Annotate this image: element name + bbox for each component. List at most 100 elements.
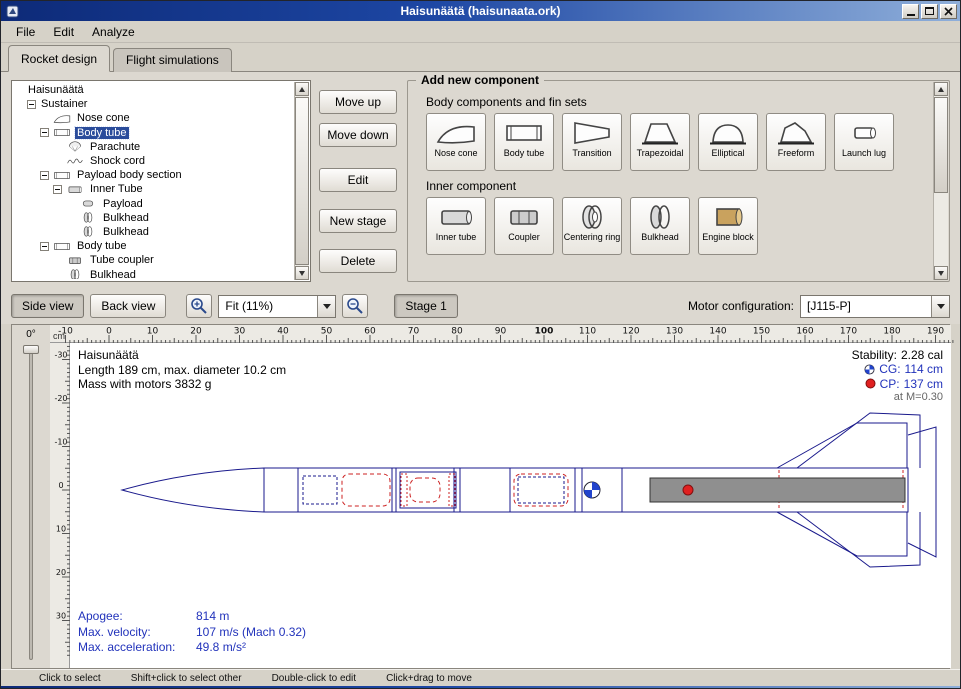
tab-bar: Rocket designFlight simulations bbox=[1, 43, 960, 72]
add-trapezoidal-button[interactable]: Trapezoidal bbox=[630, 113, 690, 171]
tree-item-label: Payload bbox=[101, 198, 145, 210]
svg-text:10: 10 bbox=[56, 525, 66, 534]
new-stage-button[interactable]: New stage bbox=[319, 209, 397, 233]
tab-flight-simulations[interactable]: Flight simulations bbox=[113, 48, 232, 72]
tree-scrollbar[interactable] bbox=[294, 82, 309, 280]
title-bar: Haisunäätä (haisunaata.ork) bbox=[1, 1, 960, 21]
tree-item-bulkhead[interactable]: Bulkhead bbox=[14, 225, 293, 239]
menu-item-file[interactable]: File bbox=[7, 23, 44, 41]
collapse-icon[interactable] bbox=[40, 128, 49, 137]
status-hint: Click+drag to move bbox=[386, 673, 472, 684]
svg-text:-10: -10 bbox=[54, 438, 67, 447]
stage-1-toggle[interactable]: Stage 1 bbox=[394, 294, 457, 318]
add-launch-lug-button[interactable]: Launch lug bbox=[834, 113, 894, 171]
tree-item-label: Nose cone bbox=[75, 112, 132, 124]
move-down-button[interactable]: Move down bbox=[319, 123, 397, 147]
tree-item-haisun-t[interactable]: Haisunäätä bbox=[14, 83, 293, 97]
add-elliptical-button[interactable]: Elliptical bbox=[698, 113, 758, 171]
move-up-button[interactable]: Move up bbox=[319, 90, 397, 114]
svg-text:60: 60 bbox=[364, 327, 376, 337]
side-view-button[interactable]: Side view bbox=[11, 294, 84, 318]
motor-config-select[interactable]: [J115-P] bbox=[800, 295, 950, 318]
zoom-select[interactable]: Fit (11%) bbox=[218, 295, 336, 318]
inner-tube-icon bbox=[435, 202, 477, 232]
group-label-inner-component: Inner component bbox=[426, 179, 925, 193]
trapezoidal-fin-icon bbox=[639, 118, 681, 148]
zoom-in-button[interactable] bbox=[186, 294, 212, 318]
collapse-icon[interactable] bbox=[40, 171, 49, 180]
add-panel-scrollbar[interactable] bbox=[933, 82, 948, 280]
add-inner-tube-button[interactable]: Inner tube bbox=[426, 197, 486, 255]
tree-item-sustainer[interactable]: Sustainer bbox=[14, 97, 293, 111]
scroll-up-icon[interactable] bbox=[295, 82, 309, 96]
scrollbar-thumb[interactable] bbox=[934, 97, 948, 193]
zoom-out-button[interactable] bbox=[342, 294, 368, 318]
svg-text:90: 90 bbox=[495, 327, 507, 337]
svg-text:-20: -20 bbox=[54, 394, 67, 403]
svg-text:180: 180 bbox=[883, 327, 900, 337]
menu-item-analyze[interactable]: Analyze bbox=[83, 23, 144, 41]
svg-text:10: 10 bbox=[147, 327, 159, 337]
tree-item-label: Payload body section bbox=[75, 169, 184, 181]
collapse-icon[interactable] bbox=[27, 100, 36, 109]
tree-item-payload[interactable]: Payload bbox=[14, 197, 293, 211]
maximize-button[interactable] bbox=[921, 4, 938, 19]
rocket-canvas[interactable]: Haisunäätä Length 189 cm, max. diameter … bbox=[70, 343, 951, 668]
tree-action-buttons: Move up Move down Edit New stage Delete bbox=[319, 80, 397, 282]
scroll-up-icon[interactable] bbox=[934, 82, 948, 96]
tree-item-label: Body tube bbox=[75, 127, 129, 139]
edit-button[interactable]: Edit bbox=[319, 168, 397, 192]
transition-icon bbox=[571, 118, 613, 148]
payload-icon bbox=[78, 197, 98, 210]
add-bulkhead-button[interactable]: Bulkhead bbox=[630, 197, 690, 255]
cp-icon bbox=[865, 378, 876, 389]
tab-rocket-design[interactable]: Rocket design bbox=[8, 45, 110, 72]
close-icon bbox=[944, 7, 953, 16]
rocket-info: Haisunäätä Length 189 cm, max. diameter … bbox=[78, 348, 286, 392]
back-view-button[interactable]: Back view bbox=[90, 294, 166, 318]
tree-item-parachute[interactable]: Parachute bbox=[14, 140, 293, 154]
collapse-icon[interactable] bbox=[40, 242, 49, 251]
svg-text:130: 130 bbox=[666, 327, 683, 337]
tree-item-nose-cone[interactable]: Nose cone bbox=[14, 111, 293, 125]
tree-item-inner-tube[interactable]: Inner Tube bbox=[14, 182, 293, 196]
status-hint: Double-click to edit bbox=[272, 673, 356, 684]
svg-text:160: 160 bbox=[796, 327, 813, 337]
add-freeform-button[interactable]: Freeform bbox=[766, 113, 826, 171]
tree-item-body-tube[interactable]: Body tube bbox=[14, 126, 293, 140]
add-transition-button[interactable]: Transition bbox=[562, 113, 622, 171]
scrollbar-thumb[interactable] bbox=[295, 97, 309, 265]
rotation-slider[interactable] bbox=[12, 343, 50, 668]
svg-text:40: 40 bbox=[277, 327, 289, 337]
delete-button[interactable]: Delete bbox=[319, 249, 397, 273]
tree-item-label: Bulkhead bbox=[101, 226, 151, 238]
scroll-down-icon[interactable] bbox=[295, 266, 309, 280]
bulkhead-icon bbox=[65, 268, 85, 279]
close-button[interactable] bbox=[940, 4, 957, 19]
tree-item-bulkhead[interactable]: Bulkhead bbox=[14, 211, 293, 225]
rotation-slider-thumb[interactable] bbox=[23, 345, 39, 354]
maximize-icon bbox=[925, 7, 934, 15]
tree-item-body-tube[interactable]: Body tube bbox=[14, 239, 293, 253]
minimize-button[interactable] bbox=[902, 4, 919, 19]
tree-item-bulkhead[interactable]: Bulkhead bbox=[14, 267, 293, 279]
tree-item-label: Haisunäätä bbox=[26, 84, 86, 96]
rocket-length: Length 189 cm, max. diameter 10.2 cm bbox=[78, 363, 286, 378]
add-body-tube-button[interactable]: Body tube bbox=[494, 113, 554, 171]
window-icon bbox=[4, 4, 20, 18]
add-nose-cone-button[interactable]: Nose cone bbox=[426, 113, 486, 171]
add-coupler-button[interactable]: Coupler bbox=[494, 197, 554, 255]
parachute-icon bbox=[65, 140, 85, 153]
add-centering-ring-button[interactable]: Centering ring bbox=[562, 197, 622, 255]
menu-item-edit[interactable]: Edit bbox=[44, 23, 83, 41]
scroll-down-icon[interactable] bbox=[934, 266, 948, 280]
svg-text:70: 70 bbox=[408, 327, 420, 337]
tree-item-shock-cord[interactable]: Shock cord bbox=[14, 154, 293, 168]
status-hint: Click to select bbox=[39, 673, 101, 684]
tree-item-tube-coupler[interactable]: Tube coupler bbox=[14, 253, 293, 267]
bulkhead-icon bbox=[78, 211, 98, 224]
tree-item-payload-body-section[interactable]: Payload body section bbox=[14, 168, 293, 182]
collapse-icon[interactable] bbox=[53, 185, 62, 194]
tree-item-label: Sustainer bbox=[39, 98, 89, 110]
add-engine-block-button[interactable]: Engine block bbox=[698, 197, 758, 255]
